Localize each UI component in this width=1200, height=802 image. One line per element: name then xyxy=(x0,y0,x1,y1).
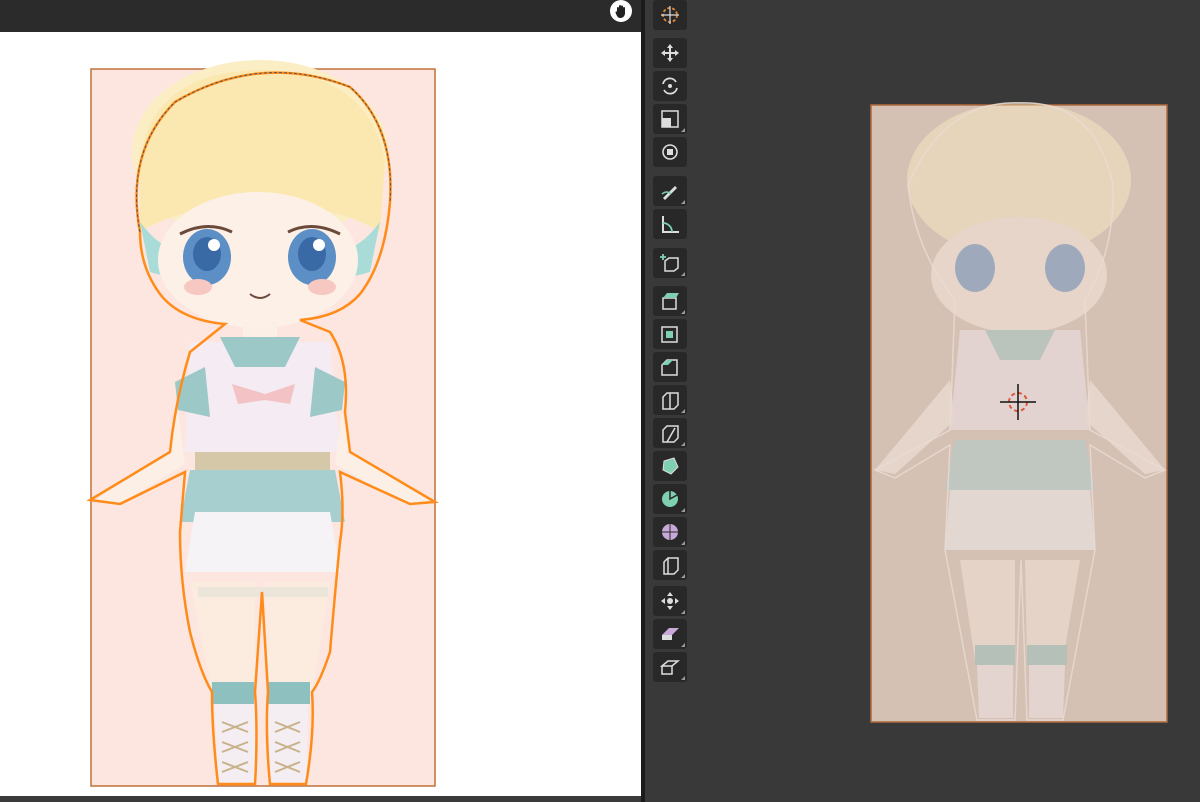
tool-submenu-indicator xyxy=(681,128,685,132)
blender-workspace xyxy=(0,0,1200,802)
tool-submenu-indicator xyxy=(681,200,685,204)
tool-submenu-indicator xyxy=(681,676,685,680)
measure-tool-button[interactable] xyxy=(653,209,687,239)
tool-submenu-indicator xyxy=(681,272,685,276)
character-texture xyxy=(86,60,440,787)
inset-faces-icon xyxy=(661,326,678,343)
viewport-scene xyxy=(870,102,1168,723)
image-editor-footer xyxy=(0,796,641,802)
cursor-tool-button[interactable] xyxy=(653,0,687,30)
move-tool-button[interactable] xyxy=(653,38,687,68)
add-cube-tool-button[interactable] xyxy=(653,248,687,278)
shrink-fatten-tool-button[interactable] xyxy=(653,586,687,616)
tool-shelf xyxy=(653,0,689,690)
scale-tool-button[interactable] xyxy=(653,104,687,134)
add-cube-icon xyxy=(660,254,679,272)
extrude-region-icon xyxy=(662,293,679,310)
hand-pan-icon[interactable] xyxy=(610,0,632,22)
scale-icon xyxy=(661,110,679,128)
loop-cut-tool-button[interactable] xyxy=(653,385,687,415)
shear-tool-button[interactable] xyxy=(653,619,687,649)
image-editor-header xyxy=(0,0,641,32)
rotate-icon xyxy=(662,77,678,95)
transform-icon xyxy=(662,144,678,160)
poly-build-icon xyxy=(662,457,679,475)
knife-tool-button[interactable] xyxy=(653,418,687,448)
knife-icon xyxy=(662,425,679,443)
tool-submenu-indicator xyxy=(681,310,685,314)
tool-submenu-indicator xyxy=(681,409,685,413)
move-icon xyxy=(661,44,679,62)
rotate-tool-button[interactable] xyxy=(653,71,687,101)
annotate-icon xyxy=(661,186,677,200)
bevel-tool-button[interactable] xyxy=(653,352,687,382)
edge-slide-tool-button[interactable] xyxy=(653,550,687,580)
rip-tool-button[interactable] xyxy=(653,652,687,682)
rip-region-icon xyxy=(659,660,681,675)
spin-tool-button[interactable] xyxy=(653,484,687,514)
image-editor-area xyxy=(0,0,641,802)
tool-submenu-indicator xyxy=(681,508,685,512)
extrude-tool-button[interactable] xyxy=(653,286,687,316)
annotate-tool-button[interactable] xyxy=(653,176,687,206)
shrink-fatten-icon xyxy=(661,592,679,610)
inset-tool-button[interactable] xyxy=(653,319,687,349)
tool-submenu-indicator xyxy=(681,643,685,647)
tool-submenu-indicator xyxy=(681,610,685,614)
spin-icon xyxy=(662,491,678,507)
cursor-icon xyxy=(661,6,679,24)
edge-slide-icon xyxy=(663,557,679,575)
3d-viewport[interactable] xyxy=(645,0,1200,802)
texture-canvas[interactable] xyxy=(0,32,641,796)
smooth-icon xyxy=(662,524,678,540)
tool-submenu-indicator xyxy=(681,541,685,545)
shear-icon xyxy=(662,628,679,640)
measure-icon xyxy=(662,216,679,233)
poly-build-tool-button[interactable] xyxy=(653,451,687,481)
smooth-tool-button[interactable] xyxy=(653,517,687,547)
tool-submenu-indicator xyxy=(681,442,685,446)
bevel-icon xyxy=(661,359,678,376)
loop-cut-icon xyxy=(662,392,679,410)
tool-submenu-indicator xyxy=(681,574,685,578)
transform-tool-button[interactable] xyxy=(653,137,687,167)
